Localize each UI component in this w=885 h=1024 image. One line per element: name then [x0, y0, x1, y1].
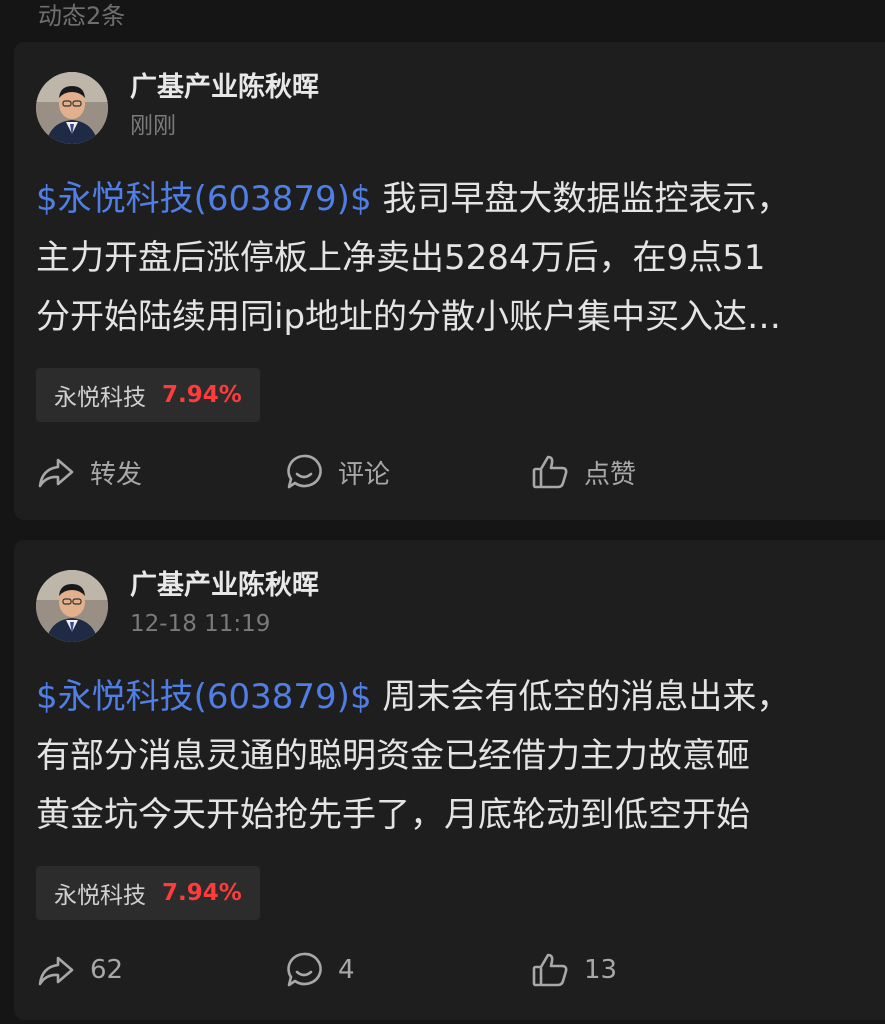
author-name[interactable]: 广基产业陈秋晖 [130, 70, 319, 106]
avatar-portrait-icon [36, 72, 108, 144]
post-line: 分开始陆续用同ip地址的分散小账户集中买入达… [36, 297, 782, 337]
comment-label: 评论 [338, 459, 391, 490]
post-line: 黄金坑今天开始抢先手了，月底轮动到低空开始 [36, 795, 750, 835]
stock-tag-name: 永悦科技 [54, 883, 146, 909]
avatar[interactable] [36, 570, 108, 642]
post-body[interactable]: $永悦科技(603879)$ 我司早盘大数据监控表示， 主力开盘后涨停板上净卖出… [36, 170, 885, 347]
post-card[interactable]: 广基产业陈秋晖 刚刚 $永悦科技(603879)$ 我司早盘大数据监控表示， 主… [14, 42, 885, 520]
comment-count: 4 [338, 955, 355, 985]
share-arrow-icon [38, 956, 74, 986]
author-name[interactable]: 广基产业陈秋晖 [130, 568, 319, 604]
comment-button[interactable]: 4 [284, 942, 355, 998]
comment-bubble-icon [287, 454, 322, 489]
share-count: 62 [90, 955, 124, 985]
post-line: 有部分消息灵通的聪明资金已经借力主力故意砸 [36, 736, 750, 776]
stock-link[interactable]: $永悦科技(603879)$ [36, 179, 372, 219]
share-arrow-icon [38, 458, 74, 488]
section-title: 动态2条 [38, 2, 126, 30]
share-button[interactable]: 62 [36, 942, 123, 998]
post-time: 12-18 11:19 [130, 611, 271, 637]
stock-tag-change: 7.94% [162, 880, 242, 906]
avatar[interactable] [36, 72, 108, 144]
comment-bubble-icon [287, 952, 322, 987]
like-label: 点赞 [584, 459, 637, 490]
post-time: 刚刚 [130, 113, 176, 139]
like-button[interactable]: 点赞 [530, 444, 636, 500]
post-line: $永悦科技(603879)$ 周末会有低空的消息出来， [36, 668, 885, 727]
share-label: 转发 [90, 459, 143, 490]
thumbs-up-icon [532, 455, 568, 489]
comment-button[interactable]: 评论 [284, 444, 390, 500]
post-line: $永悦科技(603879)$ 我司早盘大数据监控表示， [36, 170, 885, 229]
post-text: 我司早盘大数据监控表示， [371, 179, 791, 219]
stock-tag-name: 永悦科技 [54, 385, 146, 411]
stock-tag[interactable]: 永悦科技 7.94% [36, 368, 260, 422]
post-line: 主力开盘后涨停板上净卖出5284万后，在9点51 [36, 238, 766, 278]
thumbs-up-icon [532, 953, 568, 987]
stock-tag-change: 7.94% [162, 382, 242, 408]
like-count: 13 [584, 955, 618, 985]
share-button[interactable]: 转发 [36, 444, 142, 500]
like-button[interactable]: 13 [530, 942, 617, 998]
post-body[interactable]: $永悦科技(603879)$ 周末会有低空的消息出来， 有部分消息灵通的聪明资金… [36, 668, 885, 845]
stock-link[interactable]: $永悦科技(603879)$ [36, 677, 372, 717]
avatar-portrait-icon [36, 570, 108, 642]
post-card[interactable]: 广基产业陈秋晖 12-18 11:19 $永悦科技(603879)$ 周末会有低… [14, 540, 885, 1020]
post-text: 周末会有低空的消息出来， [371, 677, 791, 717]
stock-tag[interactable]: 永悦科技 7.94% [36, 866, 260, 920]
